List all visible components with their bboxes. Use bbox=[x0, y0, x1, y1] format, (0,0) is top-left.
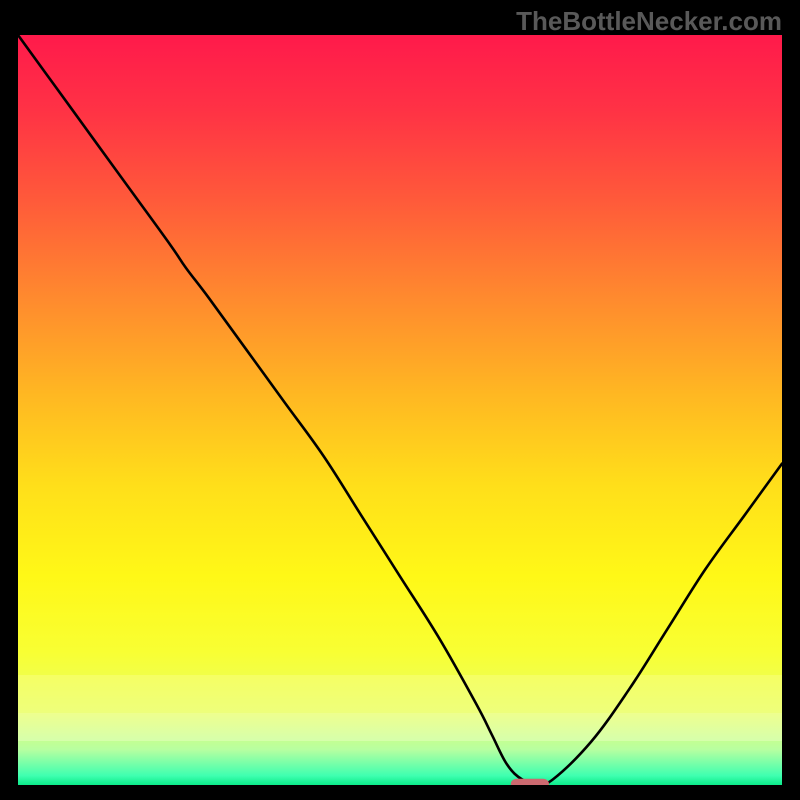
pale-band-2 bbox=[18, 713, 782, 741]
chart-frame bbox=[18, 35, 782, 787]
chart-background bbox=[18, 35, 782, 787]
bottleneck-chart bbox=[18, 35, 782, 787]
pale-band-1 bbox=[18, 675, 782, 713]
watermark-text: TheBottleNecker.com bbox=[516, 6, 782, 37]
